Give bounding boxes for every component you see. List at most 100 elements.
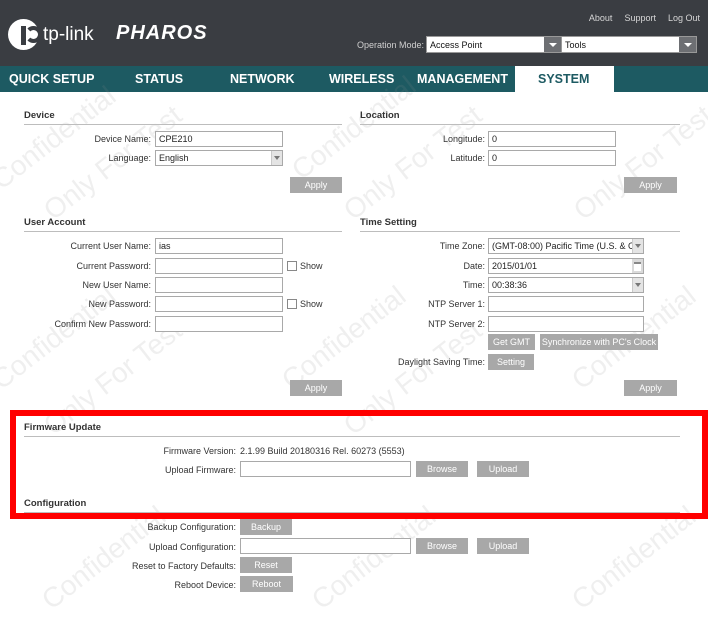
watermark: Confidential <box>275 279 412 396</box>
tab-system[interactable]: SYSTEM <box>515 66 614 92</box>
reset-factory-label: Reset to Factory Defaults: <box>131 561 236 571</box>
tab-wireless[interactable]: WIRELESS <box>327 66 417 92</box>
current-password-label: Current Password: <box>76 261 151 271</box>
date-input[interactable]: 2015/01/01 <box>488 258 644 274</box>
top-links: About Support Log Out <box>589 13 700 23</box>
ntp-server-1-input[interactable] <box>488 296 644 312</box>
time-input[interactable]: 00:38:36 <box>488 277 644 293</box>
section-configuration-title: Configuration <box>24 498 680 513</box>
watermark: Confidential <box>35 499 172 616</box>
timezone-value: (GMT-08:00) Pacific Time (U.S. & Ca <box>492 241 640 251</box>
tab-status[interactable]: STATUS <box>113 66 221 92</box>
longitude-input[interactable]: 0 <box>488 131 616 147</box>
chevron-down-icon <box>544 37 562 52</box>
daylight-saving-label: Daylight Saving Time: <box>397 357 485 367</box>
tab-quick-setup[interactable]: QUICK SETUP <box>0 66 113 92</box>
configuration-upload-button[interactable]: Upload <box>477 538 529 554</box>
device-name-input[interactable]: CPE210 <box>155 131 283 147</box>
tools-value: Tools <box>565 39 587 50</box>
upload-firmware-input[interactable] <box>240 461 411 477</box>
ntp-server-1-label: NTP Server 1: <box>428 299 485 309</box>
operation-mode: Operation Mode: Access Point <box>357 36 563 53</box>
daylight-saving-setting-button[interactable]: Setting <box>488 354 534 370</box>
ntp-server-2-label: NTP Server 2: <box>428 319 485 329</box>
language-label: Language: <box>108 153 151 163</box>
chevron-down-icon <box>679 37 696 52</box>
reboot-device-label: Reboot Device: <box>174 580 236 590</box>
device-apply-button[interactable]: Apply <box>290 177 342 193</box>
date-value: 2015/01/01 <box>492 261 538 271</box>
chevron-down-icon <box>632 239 643 253</box>
confirm-password-label: Confirm New Password: <box>54 319 151 329</box>
user-account-apply-button[interactable]: Apply <box>290 380 342 396</box>
show-new-password-checkbox[interactable] <box>287 299 297 309</box>
location-apply-button[interactable]: Apply <box>624 177 677 193</box>
logout-link[interactable]: Log Out <box>668 13 700 23</box>
watermark: Confidential <box>0 279 122 396</box>
chevron-down-icon <box>632 278 643 292</box>
calendar-icon[interactable] <box>632 259 643 273</box>
tools-select[interactable]: Tools <box>561 36 697 53</box>
new-user-label: New User Name: <box>82 280 151 290</box>
current-user-label: Current User Name: <box>70 241 151 251</box>
upload-firmware-label: Upload Firmware: <box>164 465 236 475</box>
logo-text: tp-link <box>43 23 94 45</box>
longitude-label: Longitude: <box>442 134 485 144</box>
main-nav: QUICK SETUP STATUS NETWORK WIRELESS MANA… <box>0 66 708 92</box>
watermark: Confidential <box>305 499 442 616</box>
language-select[interactable]: English <box>155 150 283 166</box>
upload-configuration-input[interactable] <box>240 538 411 554</box>
system-content: Confidential Only For Test Confidential … <box>0 70 708 618</box>
latitude-input[interactable]: 0 <box>488 150 616 166</box>
backup-configuration-label: Backup Configuration: <box>147 522 236 532</box>
time-setting-apply-button[interactable]: Apply <box>624 380 677 396</box>
upload-configuration-label: Upload Configuration: <box>148 542 236 552</box>
time-value: 00:38:36 <box>492 280 528 290</box>
section-device-title: Device <box>24 110 342 125</box>
section-location-title: Location <box>360 110 680 125</box>
section-firmware-title: Firmware Update <box>24 422 680 437</box>
reboot-button[interactable]: Reboot <box>240 576 293 592</box>
tplink-logo-icon <box>8 19 42 50</box>
current-password-input[interactable] <box>155 258 283 274</box>
section-user-account-title: User Account <box>24 217 342 232</box>
get-gmt-button[interactable]: Get GMT <box>488 334 535 350</box>
sync-pc-clock-button[interactable]: Synchronize with PC's Clock <box>540 334 658 350</box>
timezone-label: Time Zone: <box>439 241 485 251</box>
configuration-browse-button[interactable]: Browse <box>416 538 468 554</box>
top-header: tp-link PHAROS About Support Log Out Ope… <box>0 0 708 66</box>
firmware-browse-button[interactable]: Browse <box>416 461 468 477</box>
firmware-version-value: 2.1.99 Build 20180316 Rel. 60273 (5553) <box>240 446 405 456</box>
chevron-down-icon <box>271 151 282 165</box>
operation-mode-label: Operation Mode: <box>357 39 425 50</box>
device-name-label: Device Name: <box>94 134 151 144</box>
timezone-select[interactable]: (GMT-08:00) Pacific Time (U.S. & Ca <box>488 238 644 254</box>
backup-button[interactable]: Backup <box>240 519 292 535</box>
operation-mode-value: Access Point <box>430 39 483 50</box>
tab-management[interactable]: MANAGEMENT <box>417 66 515 92</box>
show-current-password-checkbox[interactable] <box>287 261 297 271</box>
latitude-label: Latitude: <box>450 153 485 163</box>
language-value: English <box>159 153 189 163</box>
section-time-setting-title: Time Setting <box>360 217 680 232</box>
watermark: Confidential <box>565 499 702 616</box>
support-link[interactable]: Support <box>624 13 656 23</box>
date-label: Date: <box>463 261 485 271</box>
time-label: Time: <box>462 280 485 290</box>
about-link[interactable]: About <box>589 13 613 23</box>
confirm-password-input[interactable] <box>155 316 283 332</box>
ntp-server-2-input[interactable] <box>488 316 644 332</box>
firmware-upload-button[interactable]: Upload <box>477 461 529 477</box>
show-label: Show <box>300 261 323 271</box>
tab-network[interactable]: NETWORK <box>221 66 327 92</box>
current-user-input[interactable]: ias <box>155 238 283 254</box>
new-password-input[interactable] <box>155 296 283 312</box>
tplink-logo: tp-link <box>8 19 94 50</box>
pharos-brand: PHAROS <box>116 22 208 44</box>
operation-mode-select[interactable]: Access Point <box>426 36 563 53</box>
reset-button[interactable]: Reset <box>240 557 292 573</box>
show-label: Show <box>300 299 323 309</box>
new-user-input[interactable] <box>155 277 283 293</box>
firmware-version-label: Firmware Version: <box>163 446 236 456</box>
new-password-label: New Password: <box>88 299 151 309</box>
